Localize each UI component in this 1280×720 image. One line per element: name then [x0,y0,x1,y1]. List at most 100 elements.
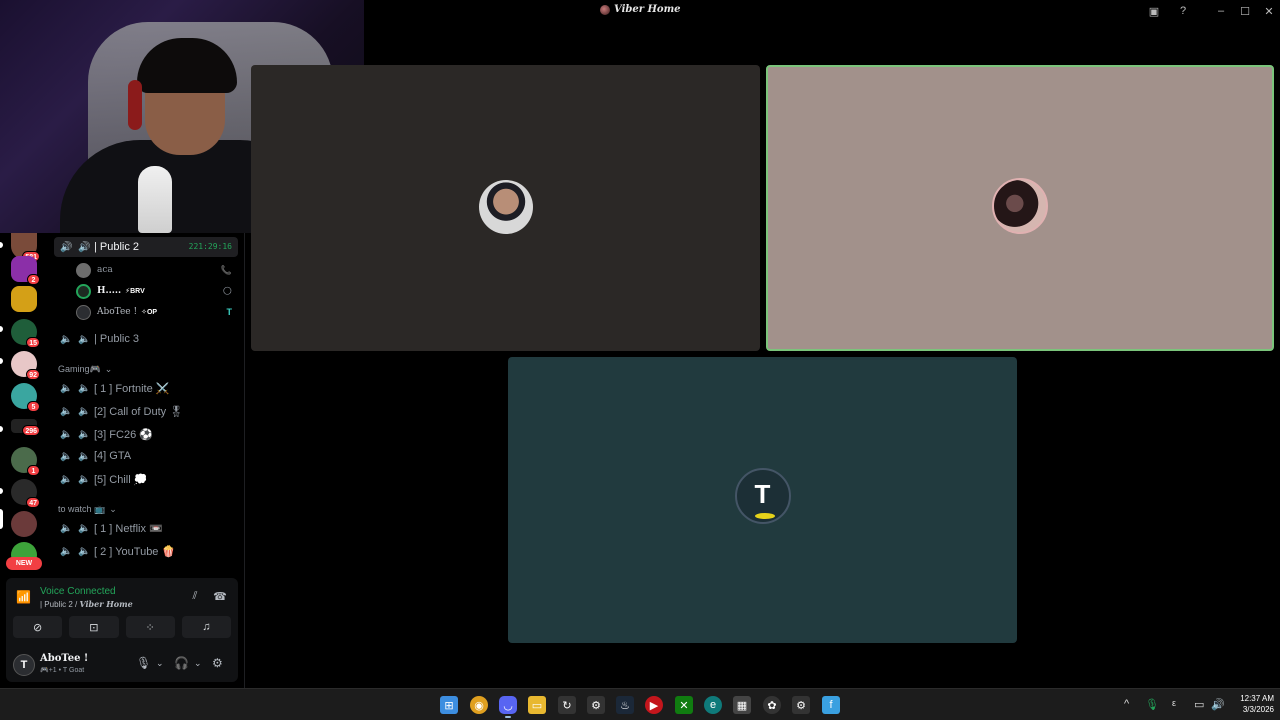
steam-icon[interactable]: ♨ [616,696,634,714]
voice-member[interactable]: AboTee ! ✧OP T [76,302,238,322]
member-tag: ✧OP [141,309,158,316]
video-tile-1[interactable] [251,65,760,351]
channel-name: [3] FC26 ⚽ [94,428,153,441]
server-icon-7[interactable]: 296 [11,419,40,436]
microphone-icon[interactable]: 🎙 [136,656,151,670]
inbox-icon[interactable]: ▣ [1143,2,1165,20]
voice-channel-gta[interactable]: 🔈 🔈 [4] GTA [54,446,238,466]
user-avatar[interactable]: T [13,654,35,676]
member-name: aca [97,265,113,275]
server-icon-10[interactable] [11,511,37,537]
minimize-button[interactable]: – [1210,2,1232,20]
voice-channel-public-3[interactable]: 🔈 🔈 | Public 3 [54,329,238,349]
noise-suppression-icon[interactable]: ⫽ [187,590,203,604]
server-badge: 2 [27,274,40,285]
discord-icon[interactable]: ◡ [499,696,517,714]
voice-channel-call-of-duty[interactable]: 🔈 🔈 [2] Call of Duty 🎖 [54,401,238,421]
server-badge: 1 [27,465,40,476]
voice-channel-fortnite[interactable]: 🔈 🔈 [ 1 ] Fortnite ⚔️ [54,378,238,398]
avatar [76,262,91,278]
maximize-button[interactable]: ☐ [1234,2,1256,20]
gear-icon[interactable]: ⚙ [212,656,223,670]
chevron-up-icon[interactable]: ^ [1124,698,1129,710]
volume-icon: 🔈 [60,382,73,394]
user-panel: T AboTee ! 🎮+1 • T Goat 🎙 ⌄ 🎧 ⌄ ⚙ [6,650,238,678]
server-icon-8[interactable]: 1 [11,447,40,476]
voice-status[interactable]: Voice Connected [40,586,116,597]
steelseries-icon[interactable]: ⚙ [587,696,605,714]
disconnect-icon[interactable]: ☎ [212,590,228,604]
video-tile-3[interactable]: T [508,357,1017,643]
server-unread-pill [0,242,3,248]
speaker-icon: 🔊 [78,241,91,253]
volume-icon[interactable]: 🔊 [1211,698,1225,711]
soundboard-button[interactable]: ♫ [181,616,231,638]
server-icon [600,4,610,15]
chatgpt-icon[interactable]: ✿ [763,696,781,714]
voice-channel-public-2[interactable]: 🔊 🔊 | Public 2 221:29:16 [54,237,238,257]
voice-server-name: Viber Home [79,599,133,609]
chrome-icon[interactable]: ◉ [470,696,488,714]
voice-panel: 📶 Voice Connected | Public 2 / Viber Hom… [6,578,238,682]
file-explorer-icon[interactable]: ▭ [528,696,546,714]
chevron-down-icon[interactable]: ⌄ [156,658,164,669]
server-icon-5[interactable]: 92 [11,351,40,380]
activities-button[interactable]: ⁘ [125,616,175,638]
channel-name: | Public 2 [94,241,140,253]
voice-channel-youtube[interactable]: 🔈 🔈 [ 2 ] YouTube 🍿 [54,541,238,561]
help-icon[interactable]: ? [1172,2,1194,20]
channel-name: [ 2 ] YouTube 🍿 [94,545,176,558]
server-icon-3[interactable] [11,286,37,312]
network-icon[interactable]: ▭ [1194,698,1204,711]
participant-avatar [478,180,533,234]
clock[interactable]: 12:37 AM 3/3/2026 [1230,693,1274,715]
voice-member[interactable]: H..... ⚡BRV 🌕 [76,281,238,301]
category-label: to watch 📺 [58,504,106,514]
server-icon-2[interactable]: 2 [11,256,40,285]
app-f-icon[interactable]: f [822,696,840,714]
window-title: Viber Home [600,4,681,15]
server-icon-9[interactable]: 47 [11,479,40,508]
activity-icon: T [226,307,233,317]
headphones [128,80,142,130]
headphones-icon[interactable]: 🎧 [174,656,189,670]
language-icon[interactable]: ε [1172,698,1176,708]
edge-icon[interactable]: e [704,696,722,714]
volume-icon: 🔊 [60,241,73,253]
server-unread-pill [0,326,3,332]
channel-name: | Public 3 [94,333,140,345]
app-icon[interactable]: ↻ [558,696,576,714]
camera-off-button[interactable]: ⊘ [13,616,63,638]
voice-channel-netflix[interactable]: 🔈 🔈 [ 1 ] Netflix 📼 [54,518,238,538]
server-list: 581 2 15 92 5 296 1 47 [0,233,46,578]
media-player-icon[interactable]: ▶ [645,696,663,714]
volume-icon: 🔈 [60,333,73,345]
xbox-icon[interactable]: ✕ [675,696,693,714]
avatar [76,304,91,320]
video-tile-speaking[interactable] [766,65,1274,351]
server-icon-4[interactable]: 15 [11,319,40,348]
voice-channel-chill[interactable]: 🔈 🔈 [5] Chill 💭 [54,469,238,489]
screen-share-button[interactable]: ⊡ [69,616,119,638]
user-name[interactable]: AboTee ! [40,653,88,664]
windows-start-icon[interactable]: ⊞ [440,696,458,714]
category-gaming[interactable]: Gaming🎮 ⌄ [58,364,112,375]
store-icon[interactable]: ▦ [733,696,751,714]
microphone-icon[interactable]: 🎙 [1145,698,1159,711]
voice-member[interactable]: aca 📞 [76,260,238,280]
channel-name: [ 1 ] Fortnite ⚔️ [94,382,170,395]
category-to-watch[interactable]: to watch 📺 ⌄ [58,504,117,515]
speaker-icon: 🔈 [78,428,91,440]
steelseries-gg-icon[interactable]: ⚙ [792,696,810,714]
voice-channel-info[interactable]: | Public 2 / Viber Home [40,599,133,609]
chevron-down-icon[interactable]: ⌄ [194,658,202,669]
server-selected-pill [0,509,3,529]
server-icon-6[interactable]: 5 [11,383,40,412]
server-unread-pill [0,488,3,494]
channel-name: [2] Call of Duty 🎖 [94,405,184,418]
participant-avatar [992,178,1048,234]
close-button[interactable]: ✕ [1258,2,1280,20]
speaker-icon: 🔈 [78,545,91,557]
voice-channel-fc26[interactable]: 🔈 🔈 [3] FC26 ⚽ [54,424,238,444]
user-status: 🎮+1 • T Goat [40,667,85,674]
